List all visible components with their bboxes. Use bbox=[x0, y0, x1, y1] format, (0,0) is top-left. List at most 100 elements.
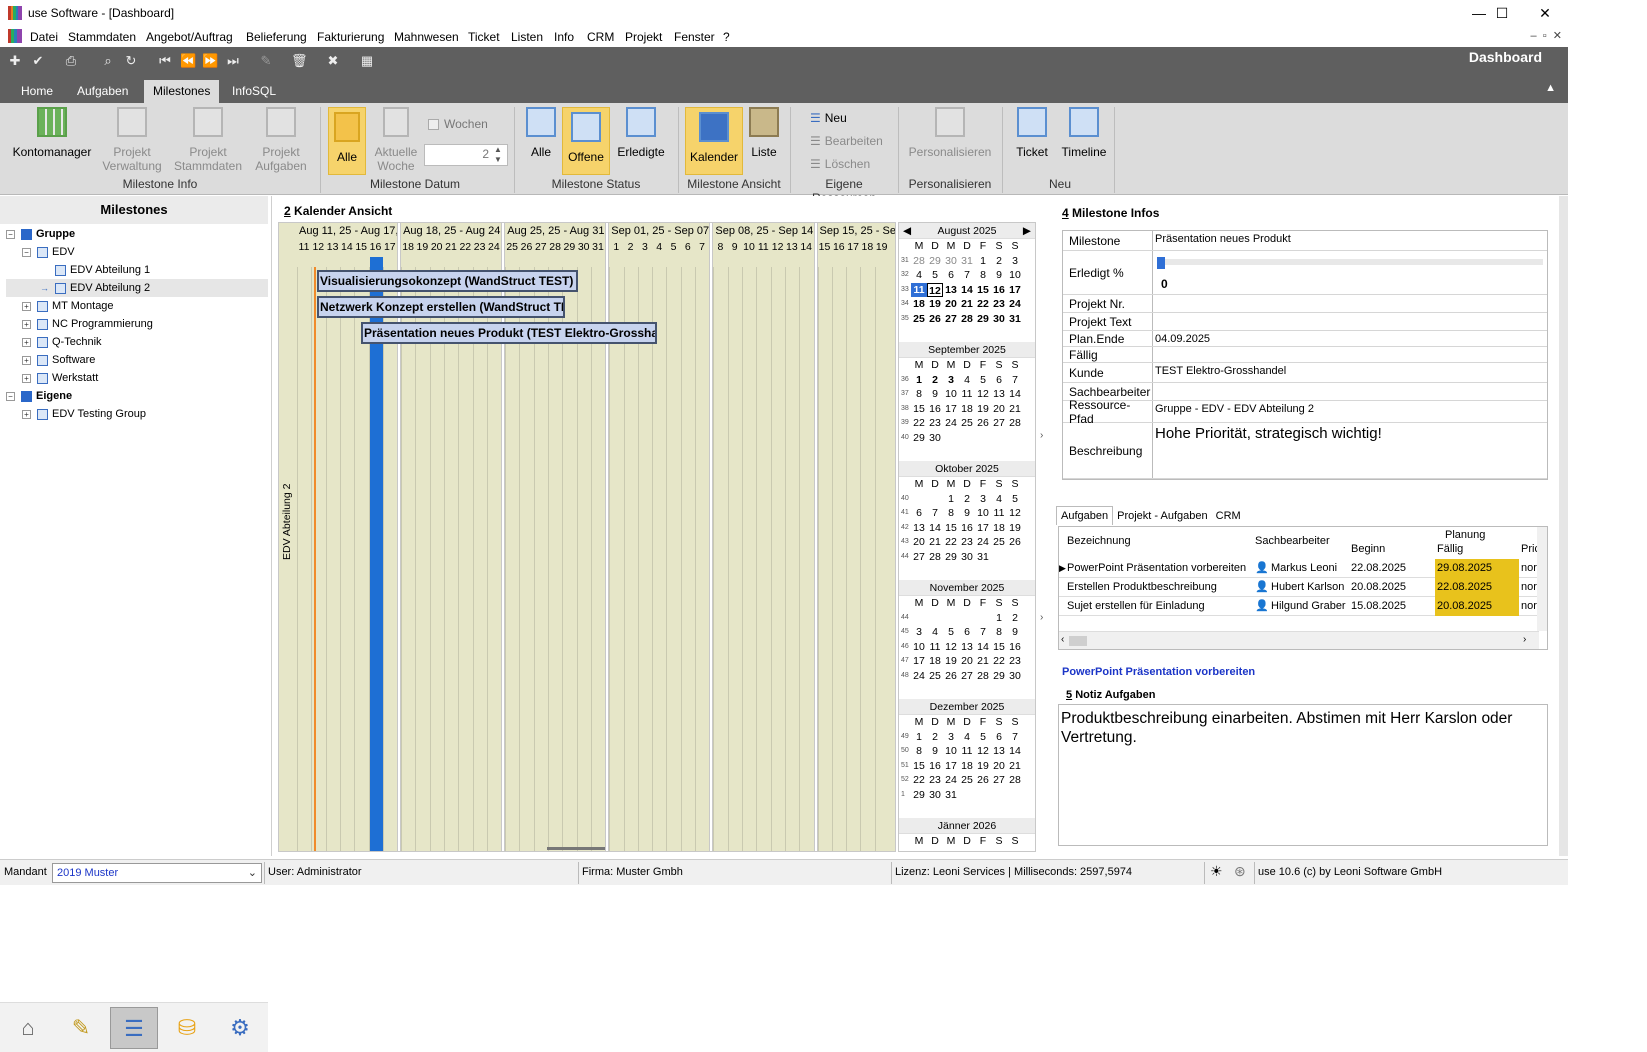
projekt-aufgaben-button[interactable]: Projekt Aufgaben bbox=[250, 107, 312, 173]
menu-belieferung[interactable]: Belieferung bbox=[246, 30, 307, 44]
col-sachbearbeiter[interactable]: Sachbearbeiter bbox=[1255, 535, 1330, 547]
tree-item[interactable]: + Werkstatt bbox=[6, 369, 268, 387]
collapse-icon[interactable]: − bbox=[22, 247, 31, 257]
kalender-button[interactable]: Kalender bbox=[685, 107, 743, 175]
calendar-day[interactable]: 7 bbox=[1007, 730, 1023, 745]
calendar-day[interactable]: 26 bbox=[943, 669, 959, 684]
calendar-day[interactable]: 30 bbox=[959, 550, 975, 565]
tree-item[interactable]: → EDV Abteilung 2 bbox=[6, 279, 268, 297]
day-cell[interactable] bbox=[354, 267, 368, 851]
grid-icon[interactable]: ▦ bbox=[359, 53, 375, 69]
progress-handle[interactable] bbox=[1157, 257, 1165, 269]
calendar-day[interactable]: 9 bbox=[991, 268, 1007, 283]
calendar-day[interactable]: 26 bbox=[927, 312, 943, 327]
calendar-day[interactable]: 23 bbox=[959, 535, 975, 550]
calendar-day[interactable]: 13 bbox=[911, 521, 927, 536]
search-icon[interactable]: ⌕ bbox=[100, 53, 116, 69]
milestone-bar[interactable]: Netzwerk Konzept erstellen (WandStruct T… bbox=[317, 296, 565, 318]
mandant-select[interactable]: 2019 Muster ⌄ bbox=[52, 863, 262, 883]
calendar-day[interactable]: 14 bbox=[959, 283, 975, 298]
calendar-day[interactable]: 18 bbox=[911, 297, 927, 312]
menu-fakturierung[interactable]: Fakturierung bbox=[317, 30, 384, 44]
first-record-icon[interactable]: ⏮ bbox=[157, 53, 173, 69]
projekt-verwaltung-button[interactable]: Projekt Verwaltung bbox=[100, 107, 164, 173]
prev-month-icon[interactable]: ◀ bbox=[903, 223, 911, 239]
calendar-day[interactable]: 29 bbox=[943, 550, 959, 565]
day-cell[interactable] bbox=[519, 267, 533, 851]
expand-right-icon[interactable]: › bbox=[1040, 612, 1043, 623]
tab-infosql[interactable]: InfoSQL bbox=[223, 82, 285, 103]
menu-datei[interactable]: Datei bbox=[30, 30, 58, 44]
calendar-day[interactable]: 1 bbox=[991, 611, 1007, 626]
day-cell[interactable] bbox=[297, 267, 311, 851]
calendar-day[interactable]: 4 bbox=[959, 730, 975, 745]
day-cell[interactable] bbox=[637, 267, 652, 851]
calendar-day[interactable]: 8 bbox=[991, 625, 1007, 640]
calendar-day[interactable]: 27 bbox=[943, 312, 959, 327]
day-cell[interactable] bbox=[576, 267, 591, 851]
datum-alle-button[interactable]: Alle bbox=[328, 107, 366, 175]
calendar-day[interactable]: 16 bbox=[927, 759, 943, 774]
calendar-day[interactable]: 5 bbox=[1007, 492, 1023, 507]
calendar-day[interactable]: 21 bbox=[959, 297, 975, 312]
day-cell[interactable] bbox=[713, 267, 727, 851]
calendar-day[interactable]: 21 bbox=[1007, 759, 1023, 774]
calendar-day[interactable]: 4 bbox=[911, 268, 927, 283]
calendar-day[interactable]: 22 bbox=[943, 535, 959, 550]
calendar-day[interactable]: 19 bbox=[975, 402, 991, 417]
vertical-scrollbar[interactable] bbox=[1537, 527, 1547, 631]
offene-button[interactable]: Offene bbox=[562, 107, 610, 175]
day-cell[interactable] bbox=[443, 267, 458, 851]
tree-item[interactable]: + EDV Testing Group bbox=[6, 405, 268, 423]
ticket-button[interactable]: Ticket bbox=[1012, 107, 1052, 159]
right-edge-scrollbar[interactable] bbox=[1559, 196, 1568, 856]
calendar-day[interactable]: 13 bbox=[991, 387, 1007, 402]
calendar-day[interactable]: 22 bbox=[911, 773, 927, 788]
scroll-right-icon[interactable]: › bbox=[1523, 634, 1526, 645]
tab-aufgaben[interactable]: Aufgaben bbox=[68, 82, 137, 103]
calendar-day[interactable]: 15 bbox=[911, 759, 927, 774]
calendar-day[interactable]: 12 bbox=[1007, 506, 1023, 521]
menu-crm[interactable]: CRM bbox=[587, 30, 614, 44]
calendar-day[interactable]: 5 bbox=[927, 268, 943, 283]
gantt-calendar[interactable]: Aug 11, 25 - Aug 17, 11 12 13 14 15 16 17 Aug 18… bbox=[278, 222, 896, 852]
calendar-day[interactable]: 12 bbox=[927, 282, 943, 297]
calendar-day[interactable]: 30 bbox=[943, 254, 959, 269]
calendar-day[interactable]: 23 bbox=[1007, 654, 1023, 669]
progress-cell[interactable]: 0 bbox=[1153, 251, 1547, 294]
menu-help[interactable]: ? bbox=[723, 30, 730, 44]
calendar-day[interactable]: 18 bbox=[927, 654, 943, 669]
network-icon[interactable]: ⊛ bbox=[1234, 863, 1246, 880]
personalisieren-button[interactable]: Personalisieren bbox=[906, 107, 994, 159]
calendar-day[interactable]: 30 bbox=[991, 312, 1007, 327]
check-icon[interactable]: ✔ bbox=[30, 53, 46, 69]
calendar-day[interactable]: 30 bbox=[927, 788, 943, 803]
calendar-day[interactable]: 2 bbox=[927, 373, 943, 388]
day-cell[interactable] bbox=[756, 267, 770, 851]
calendar-day[interactable]: 30 bbox=[927, 431, 943, 446]
day-cell[interactable] bbox=[339, 267, 354, 851]
calendar-day[interactable]: 11 bbox=[911, 282, 927, 297]
expand-icon[interactable]: + bbox=[22, 409, 31, 419]
table-row[interactable]: ▶ PowerPoint Präsentation vorbereiten 👤 Mar… bbox=[1059, 559, 1539, 578]
day-cell[interactable] bbox=[799, 267, 813, 851]
milestone-bar[interactable]: Visualisierungsokonzept (WandStruct TEST… bbox=[317, 270, 578, 292]
calendar-day[interactable]: 10 bbox=[943, 744, 959, 759]
edit-icon[interactable]: ✎ bbox=[258, 53, 274, 69]
tree-item[interactable]: − EDV bbox=[6, 243, 268, 261]
calendar-day[interactable]: 20 bbox=[991, 759, 1007, 774]
calendar-day[interactable]: 19 bbox=[975, 759, 991, 774]
calendar-day[interactable]: 19 bbox=[927, 297, 943, 312]
calendar-day[interactable]: 25 bbox=[927, 669, 943, 684]
menu-info[interactable]: Info bbox=[554, 30, 574, 44]
calendar-day[interactable]: 2 bbox=[1007, 611, 1023, 626]
col-faellig[interactable]: Fällig bbox=[1437, 543, 1463, 555]
menu-fenster[interactable]: Fenster bbox=[674, 30, 715, 44]
menu-stammdaten[interactable]: Stammdaten bbox=[68, 30, 136, 44]
calendar-day[interactable]: 25 bbox=[959, 416, 975, 431]
calendar-day[interactable]: 22 bbox=[991, 654, 1007, 669]
calendar-day[interactable]: 17 bbox=[911, 654, 927, 669]
calendar-day[interactable]: 24 bbox=[911, 669, 927, 684]
calendar-day[interactable]: 10 bbox=[1007, 268, 1023, 283]
expand-right-icon[interactable]: › bbox=[1040, 430, 1043, 441]
